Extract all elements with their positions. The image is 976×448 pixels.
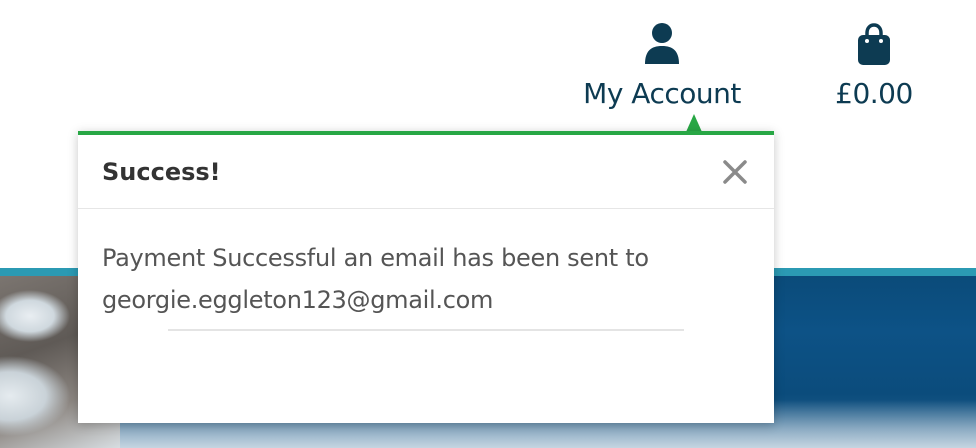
toast-body: Payment Successful an email has been sen… (78, 209, 774, 331)
toast-header: Success! (78, 135, 774, 209)
shopping-bag-icon (855, 20, 893, 68)
my-account-link[interactable]: My Account (578, 20, 746, 114)
toast-pointer-arrow (686, 114, 702, 132)
success-toast: Success! Payment Successful an email has… (78, 131, 774, 423)
cart-link[interactable]: £0.00 (830, 20, 918, 114)
user-icon (643, 20, 681, 68)
toast-message-line-1: Payment Successful an email has been sen… (102, 244, 649, 272)
cart-total: £0.00 (835, 77, 913, 110)
toast-divider (168, 329, 684, 331)
toast-message: Payment Successful an email has been sen… (102, 237, 750, 321)
close-icon[interactable] (722, 159, 748, 185)
toast-message-email: georgie.eggleton123@gmail.com (102, 286, 494, 314)
my-account-label: My Account (583, 77, 741, 110)
page: My Account £0.00 Success! Payment Succes… (0, 0, 976, 448)
toast-title: Success! (102, 158, 221, 186)
